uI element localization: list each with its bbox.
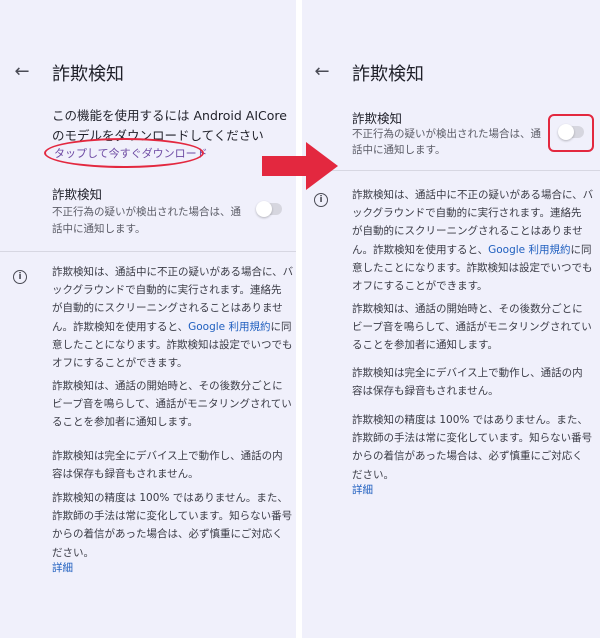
text-line: ださい。 [352,468,394,481]
toggle-knob [256,201,272,217]
section-divider [302,170,600,171]
setting-title: 詐欺検知 [52,187,103,202]
terms-link[interactable]: Google 利用規約 [188,321,270,333]
text-span: に同 [270,320,292,333]
info-paragraph-2: 詐欺検知は、通話の開始時と、その後数分ごとに ビープ音を鳴らして、通話がモニタリ… [352,300,592,355]
text-line: ックグラウンドで自動的に実行されます。連絡先 [52,284,282,297]
text-line: ることを参加者に通知します。 [52,416,198,429]
info-icon: i [314,193,328,207]
info-paragraph-1: 詐欺検知は、通話中に不正の疑いがある場合に、バ ックグラウンドで自動的に実行され… [52,263,293,372]
left-screen: ← 詐欺検知 この機能を使用するには Android AICore のモデルをダ… [0,0,296,638]
setting-subtitle-line2: 話中に通知します。 [352,144,446,156]
info-paragraph-3: 詐欺検知は完全にデバイス上で動作し、通話の内 容は保存も録音もされません。 [52,447,283,483]
text-span: に同 [570,243,592,256]
text-line: ビープ音を鳴らして、通話がモニタリングされてい [52,398,292,411]
info-paragraph-4: 詐欺検知の精度は 100% ではありません。また、 詐欺師の手法は常に変化してい… [52,489,292,562]
text-line: 詐欺師の手法は常に変化しています。知らない番号 [52,510,293,523]
download-message-line1: この機能を使用するには Android AICore [52,108,287,123]
text-line: 詐欺検知は、通話中に不正の疑いがある場合に、バ [52,266,294,278]
text-line: 詐欺師の手法は常に変化しています。知らない番号 [352,432,593,445]
page-title: 詐欺検知 [352,64,424,85]
scam-detection-toggle[interactable] [256,201,282,217]
text-line-with-link: ん。詐欺検知を使用すると、Google 利用規約に同 [52,318,293,336]
text-line: 詐欺検知は完全にデバイス上で動作し、通話の内 [352,367,583,379]
back-arrow-icon[interactable]: ← [12,62,32,82]
annotation-arrow-right-icon [262,142,338,190]
text-line: 詐欺検知は、通話中に不正の疑いがある場合に、バ [352,189,594,201]
info-paragraph-2: 詐欺検知は、通話の開始時と、その後数分ごとに ビープ音を鳴らして、通話がモニタリ… [52,377,292,432]
text-line: オフにすることができます。 [52,357,188,370]
text-line: ることを参加者に通知します。 [352,339,498,352]
text-line: 容は保存も録音もされません。 [52,468,199,481]
text-line: オフにすることができます。 [352,280,488,293]
back-arrow-icon[interactable]: ← [312,62,332,82]
text-span: ん。詐欺検知を使用すると、 [352,243,489,256]
page-title: 詐欺検知 [52,64,124,85]
text-line: が自動的にスクリーニングされることはありませ [52,302,283,315]
annotation-box [548,114,594,152]
text-line: ックグラウンドで自動的に実行されます。連絡先 [352,207,582,220]
setting-subtitle-line1: 不正行為の疑いが検出された場合は、通 [52,206,241,218]
text-line: 詐欺検知は、通話の開始時と、その後数分ごとに [52,380,283,392]
text-line: 容は保存も録音もされません。 [352,385,499,398]
setting-subtitle-line1: 不正行為の疑いが検出された場合は、通 [352,128,541,140]
setting-subtitle-line2: 話中に通知します。 [52,223,146,235]
text-line: 意したことになります。詐欺検知は設定でいつでも [352,261,593,274]
text-line: 詐欺検知の精度は 100% ではありません。また、 [352,414,588,426]
setting-title: 詐欺検知 [352,111,403,126]
info-icon: i [13,270,27,284]
info-paragraph-1: 詐欺検知は、通話中に不正の疑いがある場合に、バ ックグラウンドで自動的に実行され… [352,186,593,295]
text-line: 詐欺検知は、通話の開始時と、その後数分ごとに [352,303,583,315]
text-span: ん。詐欺検知を使用すると、 [52,320,189,333]
text-line: 詐欺検知は完全にデバイス上で動作し、通話の内 [52,450,283,462]
info-paragraph-4: 詐欺検知の精度は 100% ではありません。また、 詐欺師の手法は常に変化してい… [352,411,592,484]
text-line: 詐欺検知の精度は 100% ではありません。また、 [52,492,288,504]
text-line-with-link: ん。詐欺検知を使用すると、Google 利用規約に同 [352,241,593,259]
learn-more-link[interactable]: 詳細 [52,560,73,575]
info-paragraph-3: 詐欺検知は完全にデバイス上で動作し、通話の内 容は保存も録音もされません。 [352,364,583,400]
text-line: からの着信があった場合は、必ず慎重にご対応く [52,528,283,541]
right-screen: ← 詐欺検知 詐欺検知 不正行為の疑いが検出された場合は、通 話中に通知します。… [302,0,600,638]
text-line: が自動的にスクリーニングされることはありませ [352,225,583,238]
annotation-circle [44,138,204,168]
text-line: ださい。 [52,546,94,559]
terms-link[interactable]: Google 利用規約 [488,244,570,256]
text-line: 意したことになります。詐欺検知は設定でいつでも [52,338,293,351]
text-line: からの着信があった場合は、必ず慎重にご対応く [352,450,583,463]
section-divider [0,251,296,252]
learn-more-link[interactable]: 詳細 [352,482,373,497]
text-line: ビープ音を鳴らして、通話がモニタリングされてい [352,321,592,334]
